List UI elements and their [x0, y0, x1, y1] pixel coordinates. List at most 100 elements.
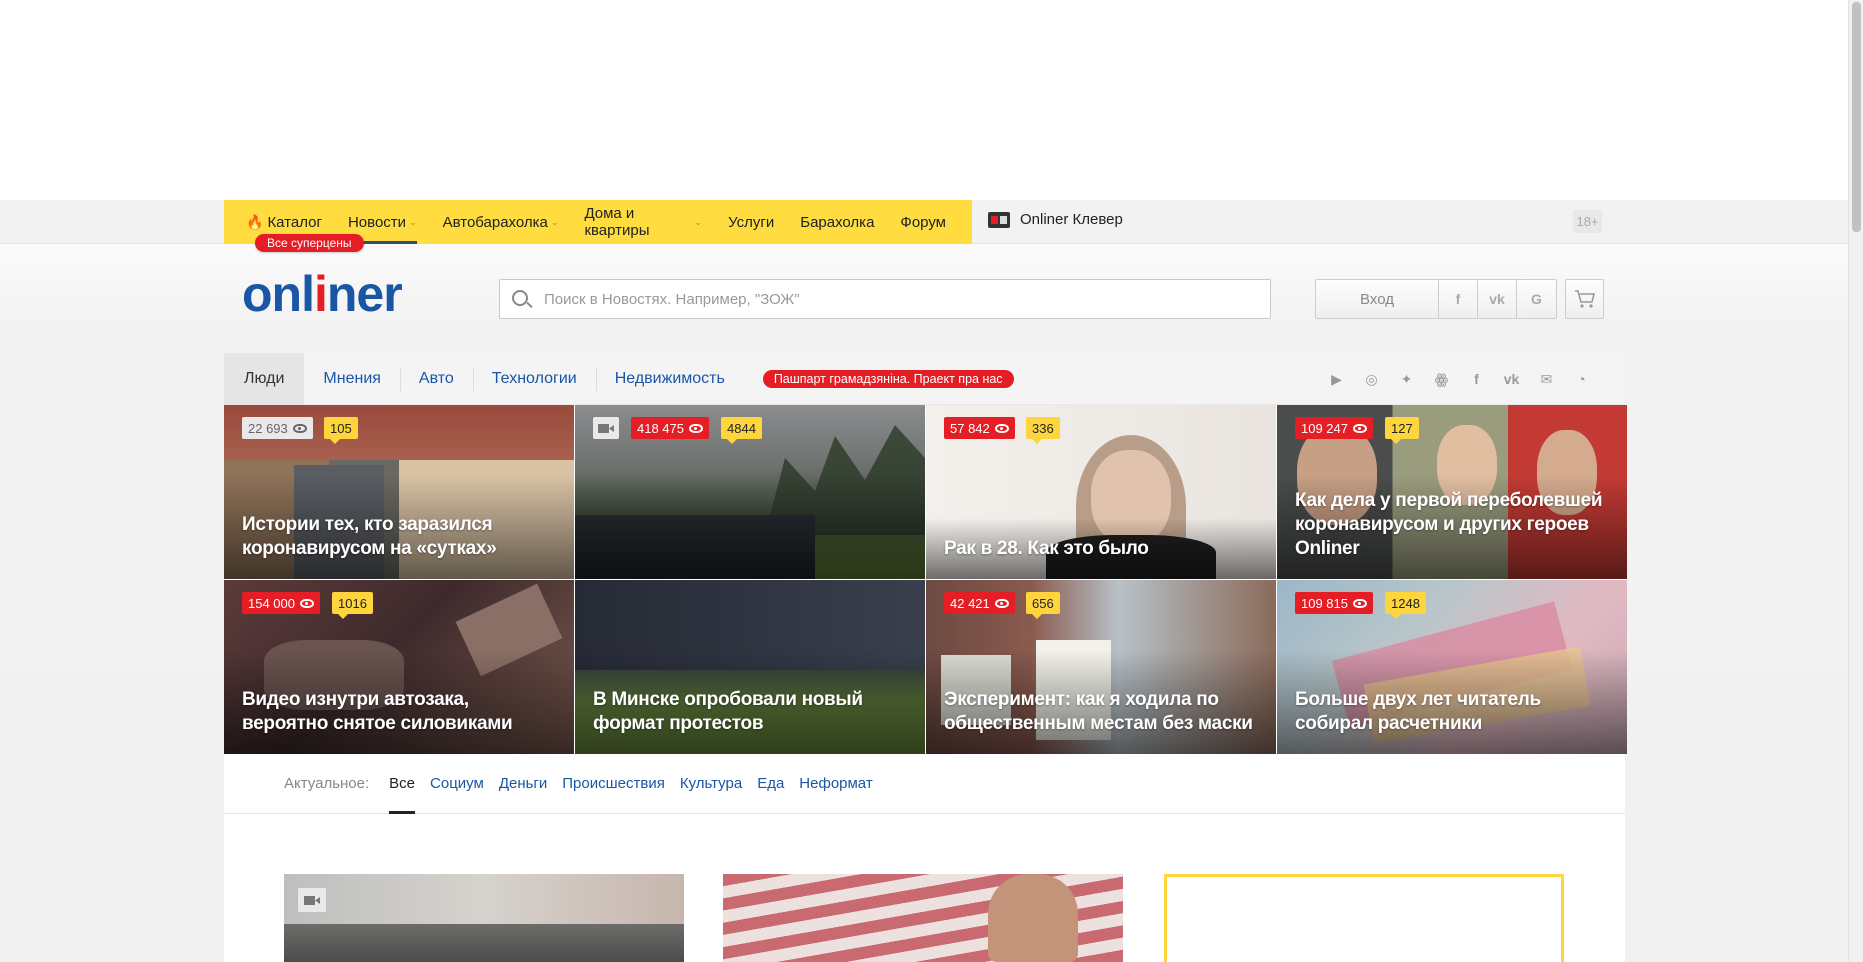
- view-count-value: 109 247: [1301, 420, 1348, 436]
- view-count: 109 247: [1295, 417, 1373, 439]
- tile-shade: [575, 474, 925, 579]
- comment-count[interactable]: 105: [324, 417, 358, 444]
- tile-title[interactable]: Больше двух лет читатель собирал расчетн…: [1295, 688, 1609, 736]
- menu-services[interactable]: Услуги: [728, 200, 774, 244]
- eye-icon: [689, 423, 703, 433]
- eye-icon: [300, 598, 314, 608]
- comment-count[interactable]: 336: [1026, 417, 1060, 444]
- instagram-icon[interactable]: ◎: [1354, 371, 1389, 388]
- news-card-image[interactable]: [284, 874, 684, 962]
- section-auto[interactable]: Авто: [399, 353, 473, 405]
- tile-title[interactable]: Рак в 28. Как это было: [944, 537, 1258, 561]
- view-count-value: 57 842: [950, 420, 990, 436]
- auth-panel: Вход f vk G: [1315, 279, 1557, 319]
- tile-title[interactable]: Эксперимент: как я ходила по общественны…: [944, 688, 1258, 736]
- news-tile[interactable]: 42 421 656 Эксперимент: как я ходила по …: [926, 580, 1276, 754]
- search-box: [499, 279, 1271, 319]
- menu-baraholka[interactable]: Барахолка: [800, 200, 874, 244]
- menu-baraholka-label: Барахолка: [800, 213, 875, 231]
- ad-box: [1164, 874, 1564, 962]
- news-tile[interactable]: 109 815 1248 Больше двух лет читатель со…: [1277, 580, 1627, 754]
- facebook-icon[interactable]: f: [1459, 371, 1494, 388]
- comment-count[interactable]: 656: [1026, 592, 1060, 619]
- twitter-icon[interactable]: ✦: [1389, 371, 1424, 388]
- view-count-value: 22 693: [248, 420, 288, 436]
- section-realty[interactable]: Недвижимость: [595, 353, 744, 405]
- chevron-down-icon: ⌄: [694, 216, 703, 227]
- ad-banner-area: [0, 0, 1848, 200]
- menu-autobaraholka[interactable]: Автобарахолка ⌄: [443, 200, 559, 244]
- tab-money[interactable]: Деньги: [499, 754, 547, 814]
- menu-catalog-label: Каталог: [267, 213, 322, 231]
- section-tech[interactable]: Технологии: [472, 353, 596, 405]
- menu-realty-label: Дома и квартиры: [584, 205, 650, 239]
- tile-title[interactable]: Как дела у первой переболевшей коронавир…: [1295, 489, 1609, 561]
- news-card-image[interactable]: [723, 874, 1123, 962]
- scrollbar-thumb[interactable]: [1852, 2, 1861, 232]
- vk-icon[interactable]: vk: [1494, 371, 1529, 388]
- logo-text-end: ner: [326, 266, 403, 322]
- onliner-logo[interactable]: onliner: [242, 265, 403, 323]
- comment-count[interactable]: 1016: [332, 592, 373, 619]
- youtube-icon[interactable]: ▶: [1319, 371, 1354, 388]
- view-count: 42 421: [944, 592, 1015, 614]
- tile-title[interactable]: Истории тех, кто заразился коронавирусом…: [242, 513, 556, 561]
- logo-accent: i: [313, 266, 328, 322]
- tab-neformat[interactable]: Неформат: [799, 754, 872, 814]
- logo-text: onl: [242, 266, 315, 322]
- tab-culture[interactable]: Культура: [680, 754, 742, 814]
- view-count-value: 418 475: [637, 420, 684, 436]
- view-count: 154 000: [242, 592, 320, 614]
- age-rating-badge: 18+: [1573, 210, 1602, 233]
- menu-forum[interactable]: Форум: [900, 200, 946, 244]
- klever-label: Onliner Клевер: [1020, 211, 1123, 228]
- promo-badge[interactable]: Пашпарт грамадзяніна. Праект пра нас: [762, 369, 1014, 388]
- facebook-login-button[interactable]: f: [1439, 280, 1478, 318]
- search-input[interactable]: [544, 290, 1270, 308]
- menu-realty[interactable]: Дома и квартиры ⌄: [584, 200, 702, 244]
- section-opinions[interactable]: Мнения: [304, 353, 400, 405]
- video-icon: [593, 417, 619, 439]
- page-scrollbar[interactable]: [1848, 0, 1863, 962]
- eye-icon: [1353, 423, 1367, 433]
- news-tile[interactable]: 22 693 105 Истории тех, кто заразился ко…: [224, 405, 574, 579]
- superprice-badge[interactable]: Все суперцены: [255, 234, 364, 252]
- view-count-value: 109 815: [1301, 595, 1348, 611]
- social-links: ▶ ◎ ✦ ꙮ f vk ✉ ◔: [1319, 371, 1599, 388]
- comment-count[interactable]: 127: [1385, 417, 1419, 444]
- news-tile[interactable]: 109 247 127 Как дела у первой переболевш…: [1277, 405, 1627, 579]
- view-count: 22 693: [242, 417, 313, 439]
- view-count: 109 815: [1295, 592, 1373, 614]
- section-people[interactable]: Люди: [224, 352, 305, 405]
- news-tile[interactable]: 418 475 4844: [575, 405, 925, 579]
- tab-incidents[interactable]: Происшествия: [562, 754, 665, 814]
- comment-count[interactable]: 1248: [1385, 592, 1426, 619]
- chevron-down-icon: ⌄: [409, 216, 417, 227]
- login-button[interactable]: Вход: [1316, 280, 1439, 318]
- top-news-grid: 22 693 105 Истории тех, кто заразился ко…: [224, 405, 1627, 754]
- view-count-value: 154 000: [248, 595, 295, 611]
- tile-title[interactable]: Видео изнутри автозака, вероятно снятое …: [242, 688, 556, 736]
- mail-icon[interactable]: ✉: [1529, 371, 1564, 388]
- actual-label: Актуальное:: [284, 775, 370, 792]
- eye-icon: [292, 423, 307, 433]
- tab-all[interactable]: Все: [389, 754, 415, 814]
- tab-society[interactable]: Социум: [430, 754, 484, 814]
- chevron-down-icon: ⌄: [550, 216, 559, 227]
- odnoklassniki-icon[interactable]: ꙮ: [1424, 371, 1459, 388]
- eye-icon: [994, 598, 1009, 608]
- news-tile[interactable]: В Минске опробовали новый формат протест…: [575, 580, 925, 754]
- menu-forum-label: Форум: [900, 213, 946, 231]
- news-tile[interactable]: 154 000 1016 Видео изнутри автозака, вер…: [224, 580, 574, 754]
- tab-food[interactable]: Еда: [757, 754, 784, 814]
- cart-button[interactable]: [1565, 279, 1604, 319]
- eye-icon: [994, 423, 1009, 433]
- tile-title[interactable]: В Минске опробовали новый формат протест…: [593, 688, 907, 736]
- comment-count[interactable]: 4844: [721, 417, 762, 444]
- view-count-value: 42 421: [950, 595, 990, 611]
- google-login-button[interactable]: G: [1517, 280, 1556, 318]
- rss-icon[interactable]: ◔: [1564, 371, 1599, 388]
- news-tile[interactable]: 57 842 336 Рак в 28. Как это было: [926, 405, 1276, 579]
- klever-link[interactable]: Onliner Клевер: [988, 211, 1123, 228]
- vk-login-button[interactable]: vk: [1478, 280, 1517, 318]
